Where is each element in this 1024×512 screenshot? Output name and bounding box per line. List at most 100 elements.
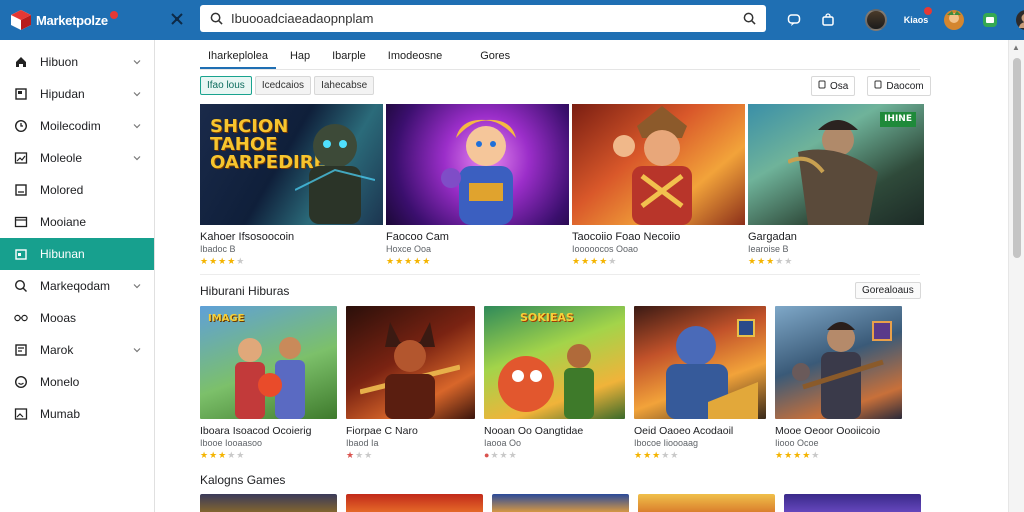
chevron-down-icon[interactable] xyxy=(132,280,142,294)
featured-card[interactable]: Taocoiio Foao Necoiio Iooooocos Ooao ★★★… xyxy=(572,104,745,267)
sidebar-item-8[interactable]: Mooas xyxy=(0,302,154,334)
featured-image: IHINE xyxy=(748,104,924,225)
chevron-down-icon[interactable] xyxy=(132,120,142,134)
sidebar: Hibuon Hipudan Moilecodim Moleole Molored Moo… xyxy=(0,40,155,512)
character-avatar[interactable] xyxy=(940,6,968,34)
notifications-label: Kiaos xyxy=(903,15,929,25)
game-thumbnail[interactable] xyxy=(200,494,337,512)
bag-icon[interactable] xyxy=(814,6,842,34)
featured-image xyxy=(386,104,569,225)
game-card[interactable]: SOKIEAS Nooan Oo Oangtidae Iaooa Oo ●★★★ xyxy=(484,306,625,461)
game-card[interactable]: Oeid Oaoeo Acodaoil Ibocoe Iioooaag ★★★★… xyxy=(634,306,766,461)
see-all-button[interactable]: Gorealoaus xyxy=(855,282,921,299)
top-bar: Marketpolze Ibuooadciaeadaopnplam Kiaos xyxy=(0,0,1024,40)
pin-icon[interactable] xyxy=(168,11,186,29)
game-card[interactable]: Mooe Oeoor Oooiicoio Iiooo Ocoe ★★★★★ xyxy=(775,306,902,461)
sidebar-item-6[interactable]: Hibunan xyxy=(0,238,154,270)
box-icon xyxy=(14,183,28,197)
logo[interactable]: Marketpolze xyxy=(0,0,155,40)
search-icon xyxy=(210,12,223,25)
smile-icon xyxy=(14,375,28,389)
scrollbar[interactable]: ▲ xyxy=(1008,40,1024,512)
tab-imodeosne[interactable]: Imodeosne xyxy=(380,50,450,69)
tab-ibarple[interactable]: Ibarple xyxy=(324,50,374,69)
game-thumbnail[interactable] xyxy=(638,494,775,512)
game-subtitle: Iiooo Ocoe xyxy=(775,438,819,448)
user-avatar[interactable] xyxy=(1012,6,1024,34)
notifications-icon[interactable]: Kiaos xyxy=(898,6,934,34)
search-bar[interactable]: Ibuooadciaeadaopnplam xyxy=(200,5,766,32)
featured-subtitle: Ibadoc B xyxy=(200,244,236,254)
featured-image xyxy=(572,104,745,225)
rating-stars: ★★★★★ xyxy=(748,256,794,266)
game-image xyxy=(775,306,902,419)
sidebar-item-1[interactable]: Hipudan xyxy=(0,78,154,110)
rating-stars: ★★★★★ xyxy=(634,450,680,460)
chip-featured[interactable]: Ifao lous xyxy=(200,76,252,95)
sidebar-item-10[interactable]: Monelo xyxy=(0,366,154,398)
game-thumbnail[interactable] xyxy=(346,494,483,512)
game-title: Nooan Oo Oangtidae xyxy=(484,425,584,437)
sidebar-item-9[interactable]: Marok xyxy=(0,334,154,366)
game-subtitle: Ibaod Ia xyxy=(346,438,379,448)
featured-subtitle: Iearoise B xyxy=(748,244,789,254)
search-icon xyxy=(14,279,28,293)
featured-card[interactable]: IHINE Gargadan Iearoise B ★★★★★ xyxy=(748,104,924,267)
featured-row: SHCION TAHOE OARPEDIRE Kahoer Ifsosoocoi… xyxy=(200,104,924,267)
sidebar-item-5[interactable]: Mooiane xyxy=(0,206,154,238)
avatar[interactable] xyxy=(862,6,890,34)
sidebar-item-11[interactable]: Mumab xyxy=(0,398,154,430)
scroll-up-arrow[interactable]: ▲ xyxy=(1012,43,1020,52)
sidebar-item-label: Moilecodim xyxy=(40,119,101,133)
filter-button[interactable]: Daocom xyxy=(867,76,931,96)
tab-marketplace[interactable]: Iharkeplolea xyxy=(200,50,276,69)
sort-button[interactable]: Osa xyxy=(811,76,856,96)
notification-dot xyxy=(924,7,932,15)
chat-icon[interactable] xyxy=(780,6,808,34)
glasses-icon xyxy=(14,311,28,325)
filter-label: Daocom xyxy=(886,80,924,92)
clock-icon xyxy=(14,119,28,133)
sidebar-item-3[interactable]: Moleole xyxy=(0,142,154,174)
chip-collections[interactable]: Iahecabse xyxy=(314,76,375,95)
sidebar-item-label: Molored xyxy=(40,183,84,197)
sidebar-item-label: Mumab xyxy=(40,407,81,421)
game-thumbnail[interactable] xyxy=(784,494,921,512)
tab-hap[interactable]: Hap xyxy=(282,50,318,69)
sidebar-item-label: Hibunan xyxy=(40,247,85,261)
featured-card[interactable]: SHCION TAHOE OARPEDIRE Kahoer Ifsosoocoi… xyxy=(200,104,383,267)
sidebar-item-label: Moleole xyxy=(40,151,83,165)
chevron-down-icon[interactable] xyxy=(132,344,142,358)
window-icon xyxy=(14,215,28,229)
game-card[interactable]: IMAGE Iboara Isoacod Ocoierig Ibooe Iooa… xyxy=(200,306,337,461)
app-title: Marketpolze xyxy=(36,12,108,28)
sidebar-item-label: Marok xyxy=(40,343,74,357)
chevron-down-icon[interactable] xyxy=(132,152,142,166)
scroll-thumb[interactable] xyxy=(1013,58,1021,258)
featured-card[interactable]: Faocoo Cam Hoxce Ooa ★★★★★ xyxy=(386,104,569,267)
chevron-down-icon[interactable] xyxy=(132,88,142,102)
sidebar-item-2[interactable]: Moilecodim xyxy=(0,110,154,142)
section-divider xyxy=(200,274,920,275)
message-icon[interactable] xyxy=(976,6,1004,34)
sidebar-item-7[interactable]: Markeqodam xyxy=(0,270,154,302)
sidebar-item-4[interactable]: Molored xyxy=(0,174,154,206)
game-card[interactable]: Fiorpae C Naro Ibaod Ia ★★★ xyxy=(346,306,475,461)
tab-gores[interactable]: Gores xyxy=(472,50,518,69)
rating-stars: ★★★★★ xyxy=(775,450,821,460)
sidebar-item-label: Hipudan xyxy=(40,87,85,101)
book-icon xyxy=(14,87,28,101)
sidebar-item-label: Mooiane xyxy=(40,215,87,229)
rating-stars: ★★★★★ xyxy=(200,450,246,460)
search-input[interactable]: Ibuooadciaeadaopnplam xyxy=(231,11,743,26)
game-thumbnail[interactable] xyxy=(492,494,629,512)
search-submit-icon[interactable] xyxy=(743,12,756,25)
rating-stars: ★★★ xyxy=(346,450,374,460)
rating-stars: ★★★★★ xyxy=(386,256,432,266)
chevron-down-icon[interactable] xyxy=(132,56,142,70)
chip-categories[interactable]: Icedcaios xyxy=(254,76,312,95)
sort-icon xyxy=(818,80,826,92)
sidebar-item-0[interactable]: Hibuon xyxy=(0,46,154,78)
game-image xyxy=(634,306,766,419)
section-title-2: Kalogns Games xyxy=(200,473,286,487)
